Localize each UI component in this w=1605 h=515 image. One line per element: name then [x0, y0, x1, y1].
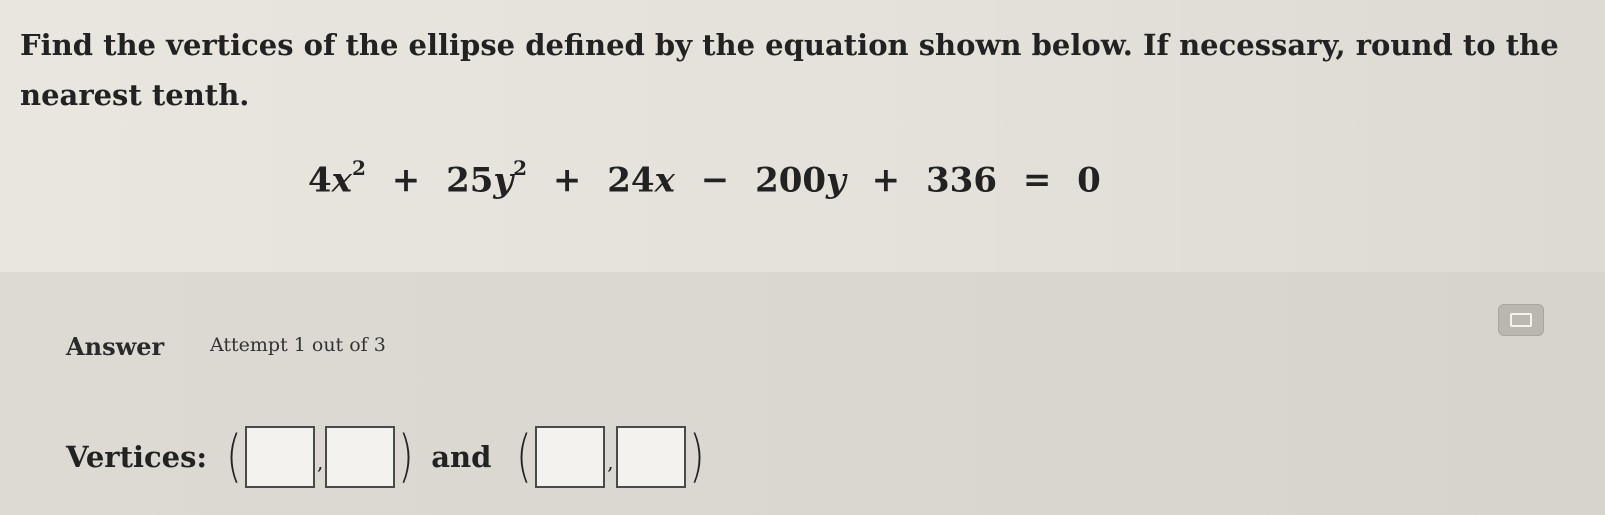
vertices-row: Vertices: ( , ) and ( , ) — [66, 422, 707, 492]
term3-var: x — [654, 160, 675, 201]
close-paren-2: ) — [688, 424, 705, 489]
vertex2-y-input[interactable] — [615, 426, 686, 488]
open-paren-2: ( — [516, 424, 532, 489]
comma-1: , — [316, 450, 324, 474]
term2-var: y — [493, 160, 514, 201]
vertex1-y-input[interactable] — [325, 426, 396, 488]
op1: + — [391, 160, 421, 201]
attempt-counter: Attempt 1 out of 3 — [210, 334, 386, 356]
comma-2: , — [607, 450, 614, 474]
term4-var: y — [826, 160, 846, 201]
question-panel: Find the vertices of the ellipse defined… — [0, 0, 1605, 272]
vertices-label: Vertices: — [66, 440, 208, 474]
op4: + — [871, 160, 901, 201]
and-label: and — [431, 440, 492, 474]
term1-coef: 4 — [308, 160, 332, 201]
term4-coef: 200 — [755, 160, 827, 201]
open-paren-1: ( — [226, 424, 242, 489]
constant: 336 — [926, 160, 997, 201]
term1-var: x — [331, 160, 352, 201]
term2-coef: 25 — [446, 160, 494, 201]
calculator-button[interactable] — [1498, 304, 1544, 336]
term2-exp: 2 — [513, 156, 528, 180]
rhs: 0 — [1077, 160, 1101, 201]
close-paren-1: ) — [398, 424, 414, 489]
question-prompt: Find the vertices of the ellipse defined… — [20, 28, 1559, 112]
ellipse-equation: 4x2 + 25y2 + 24x − 200y + 336 = 0 — [308, 156, 1101, 201]
op2: + — [552, 160, 582, 201]
calculator-icon — [1510, 313, 1532, 327]
term1-exp: 2 — [351, 156, 366, 180]
term3-coef: 24 — [607, 160, 655, 201]
answer-heading: Answer — [66, 332, 165, 361]
vertex1-x-input[interactable] — [244, 426, 315, 488]
answer-panel: Answer Attempt 1 out of 3 Vertices: ( , … — [0, 272, 1605, 515]
vertex2-x-input[interactable] — [535, 426, 606, 488]
equals-sign: = — [1022, 160, 1052, 201]
op3: − — [700, 160, 730, 201]
